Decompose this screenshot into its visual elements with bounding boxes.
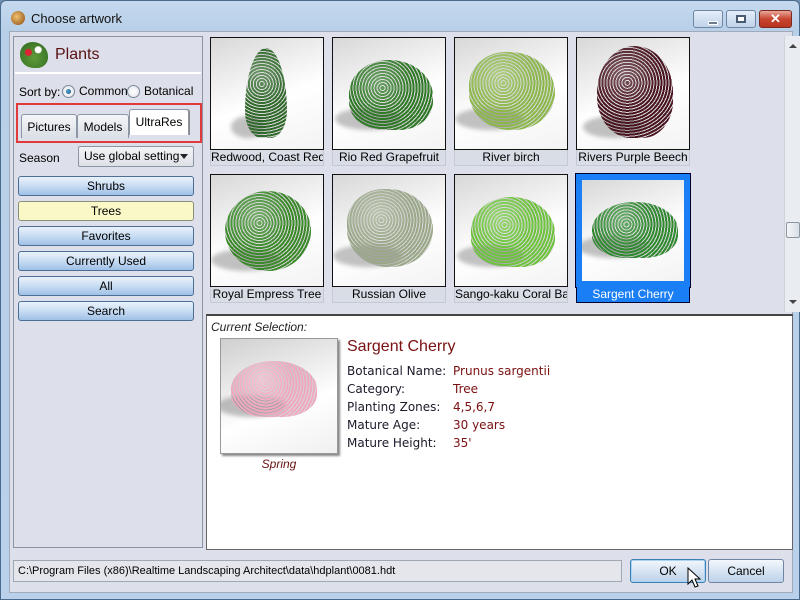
selected-plant-name: Sargent Cherry bbox=[347, 338, 456, 355]
tree-foliage bbox=[231, 361, 317, 417]
tab-pictures[interactable]: Pictures bbox=[21, 114, 77, 138]
tree-foliage bbox=[592, 202, 678, 258]
thumbnail-label: Redwood, Coast Red... bbox=[210, 150, 324, 166]
thumbnail-label: Rio Red Grapefruit bbox=[332, 150, 446, 166]
sort-botanical-radio[interactable]: Botanical bbox=[127, 84, 193, 98]
attribute-key: Planting Zones: bbox=[347, 400, 441, 414]
file-path-field: C:\Program Files (x86)\Realtime Landscap… bbox=[13, 560, 622, 582]
thumbnail-label: Sango-kaku Coral Ba... bbox=[454, 287, 568, 303]
category-favorites-button[interactable]: Favorites bbox=[18, 226, 194, 246]
tree-foliage bbox=[347, 189, 433, 267]
close-icon: ✕ bbox=[770, 11, 781, 26]
attribute-key: Botanical Name: bbox=[347, 364, 447, 378]
library-header: Plants bbox=[15, 38, 201, 74]
attribute-key: Mature Age: bbox=[347, 418, 421, 432]
tree-foliage bbox=[469, 52, 555, 130]
thumbnail-label: Russian Olive bbox=[332, 287, 446, 303]
plants-logo-icon bbox=[20, 42, 48, 68]
thumbnail-label: Rivers Purple Beech bbox=[576, 150, 690, 166]
maximize-icon bbox=[736, 15, 746, 23]
tab-ultrares[interactable]: UltraRes bbox=[129, 109, 189, 135]
artwork-thumbnail[interactable]: Royal Empress Tree bbox=[210, 174, 324, 303]
tab-models[interactable]: Models bbox=[77, 114, 129, 138]
sort-by-label: Sort by: bbox=[19, 85, 61, 99]
scroll-up-icon[interactable] bbox=[789, 44, 797, 48]
attribute-key: Mature Height: bbox=[347, 436, 437, 450]
sort-common-radio[interactable]: Common bbox=[62, 84, 128, 98]
thumbnail-image bbox=[575, 173, 691, 288]
tree-foliage bbox=[597, 46, 673, 138]
tree-foliage bbox=[225, 191, 311, 271]
thumbnail-label: River birch bbox=[454, 150, 568, 166]
plant-attributes: Botanical Name: Prunus sargentii Category… bbox=[347, 364, 550, 454]
attribute-value: Prunus sargentii bbox=[453, 364, 551, 378]
artwork-thumbnail[interactable]: Russian Olive bbox=[332, 174, 446, 303]
close-button[interactable]: ✕ bbox=[759, 10, 792, 28]
current-selection-label: Current Selection: bbox=[211, 320, 308, 334]
preview-season-caption: Spring bbox=[261, 457, 297, 471]
sort-common-label: Common bbox=[79, 84, 128, 98]
app-icon bbox=[11, 11, 25, 25]
minimize-button[interactable] bbox=[693, 10, 723, 28]
radio-unchecked-icon bbox=[127, 84, 140, 98]
attribute-value: 4,5,6,7 bbox=[453, 400, 495, 414]
artwork-thumbnail[interactable]: Rio Red Grapefruit bbox=[332, 37, 446, 166]
thumbnail-image bbox=[210, 37, 324, 150]
thumbnail-image bbox=[576, 37, 690, 150]
thumbnail-label: Sargent Cherry bbox=[576, 287, 690, 303]
attribute-row: Category: Tree bbox=[347, 382, 550, 400]
tree-foliage bbox=[349, 60, 433, 130]
chevron-down-icon bbox=[180, 154, 188, 159]
season-dropdown-value: Use global setting bbox=[84, 149, 180, 163]
thumbnail-image bbox=[210, 174, 324, 287]
artwork-thumbnail[interactable]: Sargent Cherry bbox=[575, 173, 691, 303]
artwork-thumbnail[interactable]: River birch bbox=[454, 37, 568, 166]
choose-artwork-dialog: Choose artwork ✕ Plants Sort by: Common … bbox=[0, 0, 800, 600]
attribute-key: Category: bbox=[347, 382, 405, 396]
category-all-button[interactable]: All bbox=[18, 276, 194, 296]
thumbnail-label: Royal Empress Tree bbox=[210, 287, 324, 303]
dialog-client-area: Plants Sort by: Common Botanical Picture… bbox=[9, 31, 800, 593]
tabs-highlight-box: Pictures Models UltraRes bbox=[16, 103, 202, 143]
mouse-cursor-icon bbox=[687, 567, 702, 588]
attribute-row: Mature Age: 30 years bbox=[347, 418, 550, 436]
maximize-button[interactable] bbox=[726, 10, 756, 28]
gallery-scrollbar[interactable] bbox=[784, 36, 800, 312]
category-shrubs-button[interactable]: Shrubs bbox=[18, 176, 194, 196]
attribute-value: 30 years bbox=[453, 418, 506, 432]
library-panel: Plants Sort by: Common Botanical Picture… bbox=[13, 36, 203, 548]
current-selection-panel: Current Selection: Spring Sargent Cherry… bbox=[206, 314, 793, 550]
thumbnail-image bbox=[332, 37, 446, 150]
radio-checked-icon bbox=[62, 84, 75, 98]
attribute-value: Tree bbox=[453, 382, 479, 396]
artwork-thumbnail[interactable]: Redwood, Coast Red... bbox=[210, 37, 324, 166]
category-trees-button[interactable]: Trees bbox=[18, 201, 194, 221]
attribute-row: Planting Zones: 4,5,6,7 bbox=[347, 400, 550, 418]
attribute-value: 35' bbox=[453, 436, 472, 450]
category-search-button[interactable]: Search bbox=[18, 301, 194, 321]
thumbnail-image bbox=[454, 174, 568, 287]
library-title: Plants bbox=[55, 46, 100, 63]
category-currently-used-button[interactable]: Currently Used bbox=[18, 251, 194, 271]
sort-botanical-label: Botanical bbox=[144, 84, 194, 98]
title-bar[interactable]: Choose artwork ✕ bbox=[1, 1, 799, 35]
tree-foliage bbox=[245, 48, 287, 138]
thumbnail-image bbox=[454, 37, 568, 150]
scrollbar-thumb[interactable] bbox=[786, 222, 800, 238]
window-title: Choose artwork bbox=[31, 11, 123, 26]
scroll-down-icon[interactable] bbox=[789, 300, 797, 304]
season-label: Season bbox=[19, 151, 60, 165]
thumbnail-image bbox=[332, 174, 446, 287]
cancel-button[interactable]: Cancel bbox=[708, 559, 784, 583]
tree-foliage bbox=[471, 197, 555, 267]
artwork-thumbnail[interactable]: Sango-kaku Coral Ba... bbox=[454, 174, 568, 303]
artwork-thumbnail[interactable]: Rivers Purple Beech bbox=[576, 37, 690, 166]
selection-preview-image bbox=[220, 338, 338, 454]
minimize-icon bbox=[707, 20, 718, 25]
attribute-row: Botanical Name: Prunus sargentii bbox=[347, 364, 550, 382]
artwork-gallery: Redwood, Coast Red... Rio Red Grapefruit R… bbox=[207, 36, 793, 312]
attribute-row: Mature Height: 35' bbox=[347, 436, 550, 454]
season-dropdown[interactable]: Use global setting bbox=[78, 146, 194, 167]
